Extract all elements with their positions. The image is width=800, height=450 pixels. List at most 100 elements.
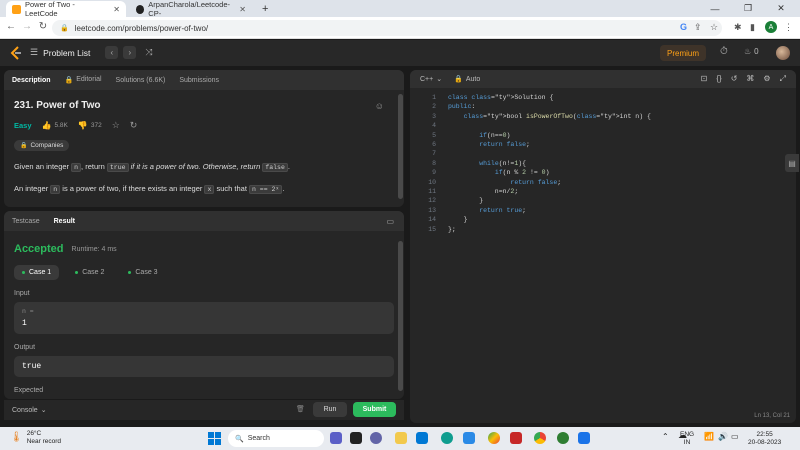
back-icon[interactable]: ← — [4, 21, 18, 32]
shuffle-icon[interactable]: ⤨ — [145, 47, 152, 58]
extensions-icon[interactable]: ✱ — [734, 22, 742, 33]
share-link-icon[interactable]: ↻ — [130, 120, 138, 131]
task-view-icon[interactable] — [350, 432, 362, 444]
shortcut-icon[interactable]: ⌘ — [746, 74, 754, 84]
taskbar-search[interactable]: 🔍 Search — [228, 430, 324, 447]
close-window-icon[interactable]: ✕ — [766, 0, 796, 17]
chevron-up-icon[interactable]: ⌃ — [662, 433, 669, 441]
leetcode-logo-icon[interactable] — [10, 46, 22, 60]
next-problem-button[interactable]: › — [123, 46, 137, 59]
sidebar-icon[interactable]: ▮ — [750, 22, 755, 33]
clock[interactable]: 22:55 20-08-2023 — [748, 431, 781, 446]
code-line[interactable]: public: — [448, 102, 475, 111]
code-area[interactable]: 1 class class="ty">Solution {2 public: 3 cl… — [410, 88, 796, 233]
companies-chip[interactable]: 🔒 Companies — [14, 140, 70, 151]
tab-testcase[interactable]: Testcase — [12, 218, 40, 225]
tab-solutions[interactable]: Solutions (6.6K) — [116, 77, 166, 84]
volume-icon[interactable]: 🔊 — [718, 433, 728, 441]
language-select[interactable]: C++ ⌄ — [420, 75, 442, 84]
prev-problem-button[interactable]: ‹ — [105, 46, 119, 59]
edge-icon[interactable] — [441, 432, 453, 444]
profile-avatar[interactable]: A — [765, 21, 777, 33]
timer-icon[interactable]: ⏱ — [720, 46, 728, 57]
code-line[interactable]: while(n!=1){ — [448, 159, 526, 168]
case-2-tab[interactable]: Case 2 — [67, 265, 112, 280]
mcafee-icon[interactable] — [510, 432, 522, 444]
reload-icon[interactable]: ↻ — [36, 21, 50, 32]
forward-icon[interactable]: → — [20, 21, 34, 32]
language-indicator[interactable]: ENG IN — [680, 431, 694, 446]
code-line[interactable]: return false; — [448, 178, 561, 187]
maximize-icon[interactable]: ❐ — [733, 0, 763, 17]
feedback-icon[interactable]: ☺ — [375, 101, 384, 111]
streak-counter[interactable]: ♨ 0 — [744, 47, 759, 56]
code-line[interactable]: return false; — [448, 140, 530, 149]
braces-icon[interactable]: {} — [716, 74, 721, 84]
premium-button[interactable]: Premium — [660, 45, 707, 61]
bookmark-icon[interactable]: ⊡ — [701, 74, 708, 84]
problem-list-nav[interactable]: ☰ Problem List ‹ › ⤨ — [30, 46, 153, 59]
menu-kebab-icon[interactable]: ⋮ — [784, 22, 793, 33]
calculator-icon[interactable] — [578, 432, 590, 444]
file-explorer-icon[interactable] — [395, 432, 407, 444]
console-toggle[interactable]: Console ⌄ — [12, 406, 47, 415]
notes-side-icon[interactable]: ▤ — [785, 154, 799, 172]
edge-store-icon[interactable] — [416, 432, 428, 444]
favorite-star-icon[interactable]: ☆ — [112, 120, 120, 131]
tab-description[interactable]: Description — [12, 77, 51, 84]
app-icon[interactable] — [463, 432, 475, 444]
result-scrollbar[interactable] — [398, 241, 403, 391]
companies-label: Companies — [30, 142, 64, 149]
code-line[interactable]: n=n/2; — [448, 187, 518, 196]
close-tab-icon[interactable]: ✕ — [239, 5, 246, 14]
code-line[interactable]: class class="ty">Solution { — [448, 93, 553, 102]
minimize-icon[interactable]: — — [700, 0, 730, 17]
collapse-panel-icon[interactable]: ▭ — [386, 217, 394, 226]
code-line[interactable]: } — [448, 215, 468, 224]
browser-tab-leetcode[interactable]: Power of Two - LeetCode ✕ — [6, 0, 126, 18]
user-avatar[interactable] — [776, 46, 790, 60]
thumbs-up-icon: 👍 — [41, 121, 52, 130]
code-line[interactable]: if(n==0) — [448, 131, 510, 140]
code-line[interactable]: class="ty">bool isPowerOfTwo(class="ty">… — [448, 112, 651, 121]
like-button[interactable]: 👍 5.8K — [42, 121, 68, 130]
battery-icon[interactable]: ▭ — [731, 433, 739, 441]
settings-gear-icon[interactable]: ⚙ — [763, 74, 770, 84]
run-button[interactable]: Run — [313, 402, 347, 417]
utorrent-icon[interactable] — [557, 432, 569, 444]
address-bar[interactable]: 🔒 leetcode.com/problems/power-of-two/ — [52, 20, 722, 36]
google-icon[interactable]: G — [680, 22, 687, 32]
copilot-icon[interactable] — [330, 432, 342, 444]
teams-icon[interactable] — [370, 432, 382, 444]
dislike-button[interactable]: 👎 372 — [78, 121, 102, 130]
tab-editorial[interactable]: 🔒 Editorial — [65, 76, 102, 84]
reset-icon[interactable]: ↺ — [731, 74, 738, 84]
windows-start-icon[interactable] — [208, 432, 221, 445]
submit-button[interactable]: Submit — [353, 402, 396, 417]
description-scrollbar[interactable] — [398, 94, 403, 199]
case-3-tab[interactable]: Case 3 — [120, 265, 165, 280]
case-1-tab[interactable]: Case 1 — [14, 265, 60, 280]
paint-icon[interactable] — [488, 432, 500, 444]
new-tab-button[interactable]: + — [256, 1, 274, 17]
trash-icon[interactable]: 🗑 — [296, 405, 305, 413]
fullscreen-icon[interactable]: ⤢ — [780, 74, 786, 84]
weather-widget[interactable]: 🌡 26°C Near record — [10, 430, 61, 446]
tab-submissions[interactable]: Submissions — [179, 77, 219, 84]
browser-tab-github[interactable]: ArpanCharola/Leetcode-CP- ✕ — [130, 0, 252, 18]
code-line[interactable]: } — [448, 196, 483, 205]
windows-taskbar: 🌡 26°C Near record 🔍 Search ⌃ ☁ ENG IN 📶… — [0, 427, 800, 450]
share-icon[interactable]: ⇪ — [694, 22, 702, 33]
code-line[interactable]: if(n % 2 != 0) — [448, 168, 550, 177]
temperature: 26°C — [26, 430, 42, 437]
github-favicon-icon — [136, 4, 145, 14]
auto-mode[interactable]: 🔒 Auto — [454, 75, 480, 84]
bookmark-star-icon[interactable]: ☆ — [710, 22, 718, 33]
code-line[interactable]: }; — [448, 225, 456, 234]
code-line[interactable]: return true; — [448, 206, 526, 215]
wifi-icon[interactable]: 📶 — [704, 433, 714, 441]
line-number: 5 — [432, 131, 436, 139]
chrome-icon[interactable] — [534, 432, 546, 444]
tab-result[interactable]: Result — [54, 218, 75, 225]
close-tab-icon[interactable]: ✕ — [113, 5, 120, 14]
